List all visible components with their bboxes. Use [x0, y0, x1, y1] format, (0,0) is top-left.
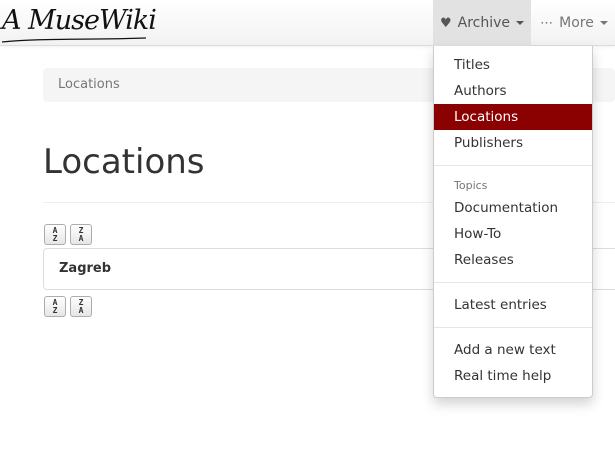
- logo-flourish: [1, 37, 147, 43]
- menu-item-how-to[interactable]: How-To: [434, 221, 592, 247]
- breadcrumb-current: Locations: [58, 77, 120, 92]
- sort-desc-bottom-letter: A: [78, 305, 84, 315]
- sort-alpha-desc-icon[interactable]: Z A: [70, 224, 92, 245]
- menu-item-publishers[interactable]: Publishers: [434, 130, 592, 156]
- menu-item-latest-entries[interactable]: Latest entries: [434, 292, 592, 318]
- page-title: Locations: [43, 142, 205, 182]
- menu-item-authors[interactable]: Authors: [434, 78, 592, 104]
- sort-alpha-desc-icon[interactable]: Z A: [70, 296, 92, 317]
- menu-item-titles[interactable]: Titles: [434, 52, 592, 78]
- menu-item-releases[interactable]: Releases: [434, 247, 592, 273]
- nav-archive-label: Archive: [457, 15, 511, 31]
- menu-divider: [434, 165, 592, 166]
- chevron-down-icon: [599, 21, 608, 25]
- menu-divider: [434, 327, 592, 328]
- menu-item-locations[interactable]: Locations: [434, 104, 592, 130]
- sort-desc-bottom-letter: A: [78, 233, 84, 243]
- ellipsis-icon: ⋯: [540, 15, 554, 31]
- sort-controls-bottom: A Z Z A: [44, 296, 92, 317]
- heart-icon: ♥: [439, 15, 452, 31]
- menu-header-topics: Topics: [454, 179, 488, 192]
- nav-archive-dropdown[interactable]: ♥ Archive: [433, 0, 531, 46]
- sort-controls-top: A Z Z A: [44, 224, 92, 245]
- sort-alpha-asc-icon[interactable]: A Z: [44, 296, 66, 317]
- archive-dropdown-menu: Titles Authors Locations Publishers Topi…: [433, 46, 593, 398]
- nav-more-label: More: [559, 15, 594, 31]
- menu-item-documentation[interactable]: Documentation: [434, 195, 592, 221]
- navbar: A MuseWiki ♥ Archive ⋯ More: [0, 0, 615, 46]
- sort-alpha-asc-icon[interactable]: A Z: [44, 224, 66, 245]
- menu-divider: [434, 282, 592, 283]
- menu-item-add-new-text[interactable]: Add a new text: [434, 337, 592, 363]
- sort-asc-bottom-letter: Z: [52, 305, 58, 315]
- sort-asc-bottom-letter: Z: [52, 233, 58, 243]
- location-name: Zagreb: [59, 261, 112, 276]
- chevron-down-icon: [516, 21, 525, 25]
- nav-more-dropdown[interactable]: ⋯ More: [533, 0, 615, 46]
- menu-item-real-time-help[interactable]: Real time help: [434, 363, 592, 389]
